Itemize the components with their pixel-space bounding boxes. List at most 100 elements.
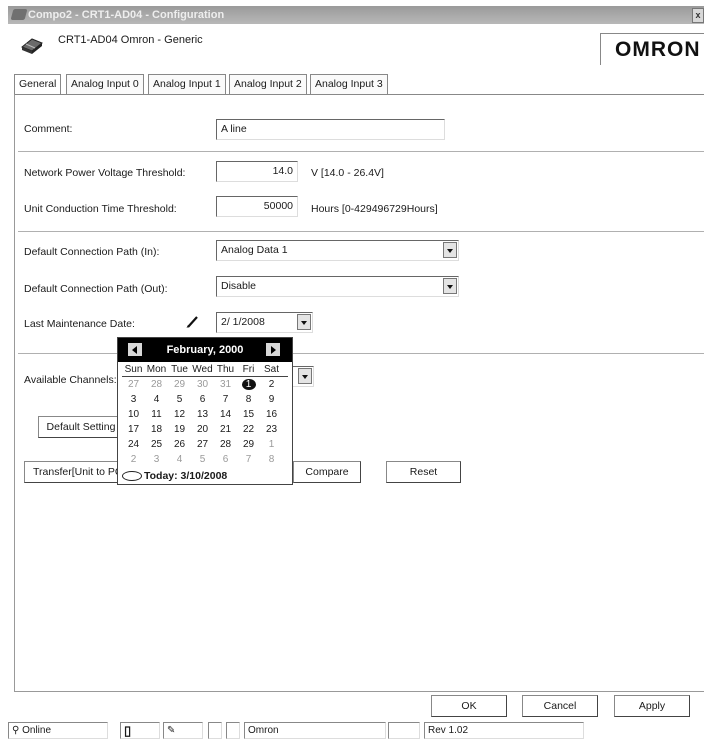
default-setting-button[interactable]: Default Setting bbox=[38, 416, 124, 438]
dropdown-arrow-icon[interactable] bbox=[297, 314, 311, 330]
status-bar: ⚲ Online ▯ ✎ Omron Rev 1.02 bbox=[8, 722, 704, 740]
calendar-day[interactable]: 14 bbox=[214, 409, 237, 420]
calendar-day[interactable]: 13 bbox=[191, 409, 214, 420]
calendar-day-label: 1 bbox=[241, 379, 256, 390]
tab-analog-input-2[interactable]: Analog Input 2 bbox=[229, 74, 307, 94]
calendar-day[interactable]: 27 bbox=[122, 379, 145, 390]
today-circle-icon bbox=[122, 471, 142, 482]
reset-button[interactable]: Reset bbox=[386, 461, 461, 483]
calendar-day[interactable]: 7 bbox=[214, 394, 237, 405]
divider bbox=[18, 231, 704, 232]
calendar-day[interactable]: 2 bbox=[122, 454, 145, 465]
calendar-day[interactable]: 6 bbox=[214, 454, 237, 465]
ok-button[interactable]: OK bbox=[431, 695, 507, 717]
calendar-day[interactable]: 11 bbox=[145, 409, 168, 420]
divider bbox=[18, 151, 704, 152]
transfer-button[interactable]: Transfer[Unit to PC] bbox=[24, 461, 120, 483]
calendar-day[interactable]: 17 bbox=[122, 424, 145, 435]
calendar-day[interactable]: 20 bbox=[191, 424, 214, 435]
close-button[interactable]: x bbox=[692, 8, 704, 23]
comment-label: Comment: bbox=[24, 123, 73, 135]
calendar-day[interactable]: 28 bbox=[214, 439, 237, 450]
calendar-day[interactable]: 23 bbox=[260, 424, 283, 435]
calendar-weekday: Wed bbox=[192, 364, 213, 375]
calendar-day[interactable]: 27 bbox=[191, 439, 214, 450]
calendar-day[interactable]: 16 bbox=[260, 409, 283, 420]
next-month-icon[interactable] bbox=[266, 343, 280, 356]
calendar-day[interactable]: 12 bbox=[168, 409, 191, 420]
uct-unit: Hours [0-429496729Hours] bbox=[311, 203, 438, 215]
today-link[interactable]: Today: 3/10/2008 bbox=[122, 470, 227, 482]
dcp-in-label: Default Connection Path (In): bbox=[24, 246, 160, 258]
prev-month-icon[interactable] bbox=[128, 343, 142, 356]
lmd-value: 2/ 1/2008 bbox=[221, 316, 265, 328]
cancel-button[interactable]: Cancel bbox=[522, 695, 598, 717]
calendar-day[interactable]: 18 bbox=[145, 424, 168, 435]
network-icon: ⚲ bbox=[12, 725, 20, 736]
calendar-month-label: February, 2000 bbox=[166, 344, 244, 356]
calendar-day[interactable]: 15 bbox=[237, 409, 260, 420]
title-bar: Compo2 - CRT1-AD04 - Configuration x bbox=[8, 6, 704, 24]
calendar-day[interactable]: 21 bbox=[214, 424, 237, 435]
status-vendor: Omron bbox=[244, 722, 386, 739]
comment-field[interactable]: A line bbox=[216, 119, 445, 140]
dropdown-arrow-icon[interactable] bbox=[443, 242, 457, 258]
dcp-out-value: Disable bbox=[221, 280, 257, 292]
calendar-day[interactable]: 24 bbox=[122, 439, 145, 450]
calendar-day[interactable]: 5 bbox=[168, 394, 191, 405]
calendar-day[interactable]: 25 bbox=[145, 439, 168, 450]
calendar-day[interactable]: 19 bbox=[168, 424, 191, 435]
calendar-divider bbox=[122, 376, 288, 377]
calendar-day[interactable]: 4 bbox=[168, 454, 191, 465]
uct-field[interactable]: 50000 bbox=[216, 196, 298, 217]
calendar-day[interactable]: 3 bbox=[122, 394, 145, 405]
today-label: Today: 3/10/2008 bbox=[144, 470, 228, 482]
available-channels-label: Available Channels: bbox=[24, 374, 117, 386]
calendar-day[interactable]: 6 bbox=[191, 394, 214, 405]
lmd-date-picker[interactable]: 2/ 1/2008 bbox=[216, 312, 313, 333]
npv-field[interactable]: 14.0 bbox=[216, 161, 298, 182]
calendar-day[interactable]: 29 bbox=[237, 439, 260, 450]
calendar-day[interactable]: 8 bbox=[237, 394, 260, 405]
calendar-weekday: Sun bbox=[124, 364, 143, 375]
lmd-label: Last Maintenance Date: bbox=[24, 318, 135, 330]
calendar-day[interactable]: 8 bbox=[260, 454, 283, 465]
uct-label: Unit Conduction Time Threshold: bbox=[24, 203, 177, 215]
dropdown-arrow-icon[interactable] bbox=[443, 278, 457, 294]
status-revision: Rev 1.02 bbox=[424, 722, 584, 739]
device-icon bbox=[21, 38, 43, 54]
device-header: CRT1-AD04 Omron - Generic OMRON bbox=[10, 24, 704, 67]
calendar-day[interactable]: 26 bbox=[168, 439, 191, 450]
calendar-day[interactable]: 9 bbox=[260, 394, 283, 405]
calendar-day[interactable]: 2 bbox=[260, 379, 283, 390]
calendar-day-selected[interactable]: 1 bbox=[237, 379, 260, 390]
calendar-day[interactable]: 5 bbox=[191, 454, 214, 465]
tab-general[interactable]: General bbox=[14, 74, 62, 94]
calendar-weekday: Mon bbox=[146, 364, 167, 375]
dropdown-arrow-icon[interactable] bbox=[298, 368, 312, 384]
calendar-day[interactable]: 28 bbox=[145, 379, 168, 390]
compare-button[interactable]: Compare bbox=[293, 461, 361, 483]
calendar-day[interactable]: 4 bbox=[145, 394, 168, 405]
tab-analog-input-3[interactable]: Analog Input 3 bbox=[310, 74, 388, 94]
calendar-day[interactable]: 7 bbox=[237, 454, 260, 465]
status-online: ⚲ Online bbox=[8, 722, 108, 739]
calendar-weekday: Sat bbox=[263, 364, 279, 375]
dcp-out-label: Default Connection Path (Out): bbox=[24, 283, 168, 295]
dcp-in-value: Analog Data 1 bbox=[221, 244, 288, 256]
calendar-day[interactable]: 31 bbox=[214, 379, 237, 390]
calendar-day[interactable]: 22 bbox=[237, 424, 260, 435]
calendar-popup: February, 2000 Sun Mon Tue Wed Thu Fri Sat 27 2… bbox=[117, 337, 293, 485]
dcp-in-select[interactable]: Analog Data 1 bbox=[216, 240, 459, 261]
pencil-icon[interactable] bbox=[186, 316, 198, 328]
calendar-day[interactable]: 3 bbox=[145, 454, 168, 465]
calendar-header: February, 2000 bbox=[118, 338, 292, 362]
calendar-day[interactable]: 10 bbox=[122, 409, 145, 420]
calendar-day[interactable]: 1 bbox=[260, 439, 283, 450]
dcp-out-select[interactable]: Disable bbox=[216, 276, 459, 297]
tab-analog-input-0[interactable]: Analog Input 0 bbox=[66, 74, 144, 94]
apply-button[interactable]: Apply bbox=[614, 695, 690, 717]
calendar-day[interactable]: 30 bbox=[191, 379, 214, 390]
calendar-day[interactable]: 29 bbox=[168, 379, 191, 390]
tab-analog-input-1[interactable]: Analog Input 1 bbox=[148, 74, 226, 94]
